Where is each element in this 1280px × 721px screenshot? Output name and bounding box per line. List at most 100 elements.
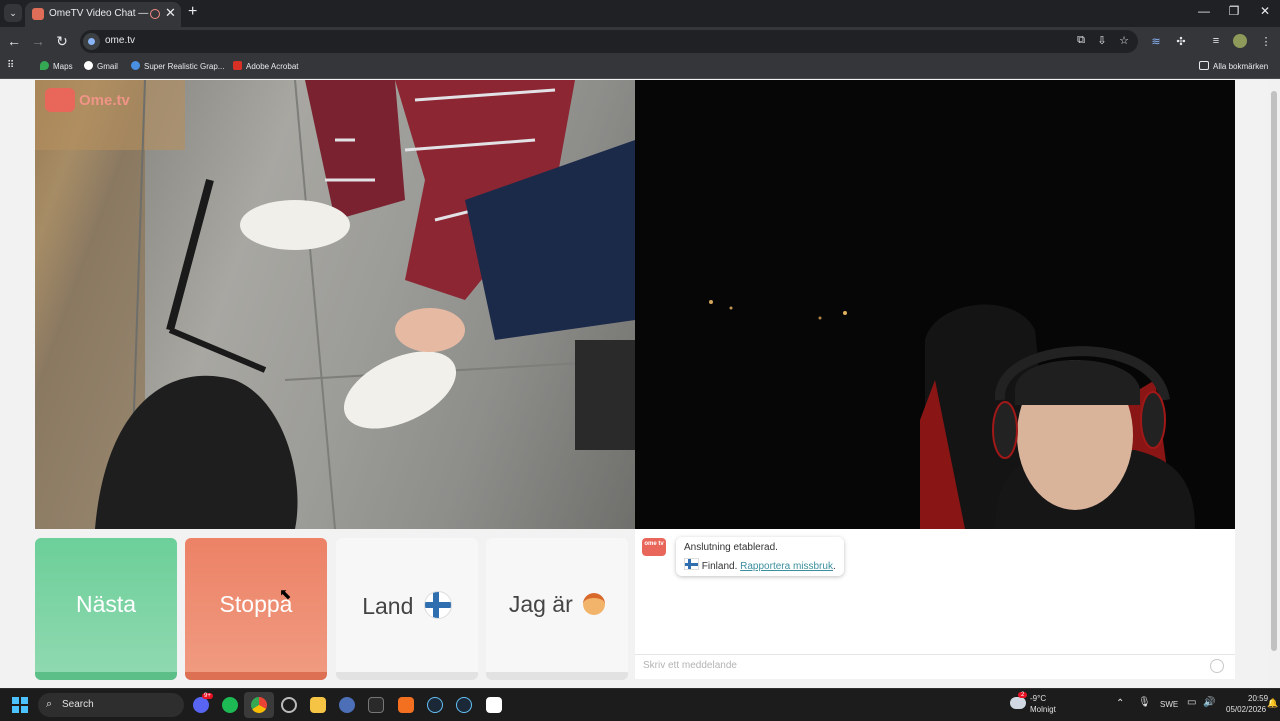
clock-date[interactable]: 05/02/2026 <box>1226 705 1266 714</box>
clock-time[interactable]: 20:59 <box>1248 694 1268 703</box>
all-bookmarks[interactable]: Alla bokmärken <box>1199 61 1268 71</box>
country-button-content: Land <box>336 591 478 620</box>
folder-icon <box>1199 61 1209 70</box>
translate-icon[interactable]: ⧉ <box>1073 34 1089 47</box>
person-avatar-icon <box>583 593 606 615</box>
country-line: Finland. Rapportera missbruk. <box>684 558 836 572</box>
finland-flag-icon <box>423 591 452 619</box>
local-video-scene <box>709 300 1195 529</box>
file-explorer-icon[interactable] <box>310 697 326 713</box>
country-filter-button[interactable]: Land <box>336 538 478 680</box>
obs-icon[interactable] <box>281 697 297 713</box>
tab-close-icon[interactable]: ✕ <box>165 5 176 21</box>
forward-arrow-icon[interactable]: → <box>29 33 47 49</box>
spotify-icon[interactable] <box>222 697 238 713</box>
chat-input-divider <box>635 654 1235 655</box>
ometv-logo-text: Ome.tv <box>79 92 130 109</box>
discord-icon[interactable] <box>193 697 209 713</box>
weather-badge: 2 <box>1018 692 1028 698</box>
report-abuse-link[interactable]: Rapportera missbruk <box>740 561 833 572</box>
bookmark-gmail[interactable]: Gmail <box>84 61 118 71</box>
install-app-icon[interactable]: ⇩ <box>1094 34 1110 47</box>
tab-search-button[interactable]: ⌄ <box>4 4 22 22</box>
profile-avatar[interactable] <box>1233 34 1247 48</box>
menu-dots-icon[interactable]: ⋮ <box>1258 35 1274 48</box>
close-window-button[interactable]: ✕ <box>1250 4 1280 18</box>
apps-grid-icon[interactable]: ⠿ <box>7 60 14 71</box>
recording-icon <box>150 9 160 19</box>
finland-flag-small-icon <box>684 558 699 570</box>
tab-title: OmeTV Video Chat — Ome <box>49 8 149 19</box>
gender-button-content: Jag är <box>486 591 628 618</box>
gender-button-label: Jag är <box>508 591 573 617</box>
country-button-label: Land <box>362 593 414 619</box>
extension-audio-icon[interactable]: ≋ <box>1148 35 1164 48</box>
message-input[interactable]: Skriv ett meddelande <box>643 660 737 671</box>
taskbar-search[interactable]: ⌕ Search <box>38 693 184 717</box>
microphone-icon[interactable]: 🎙 <box>1138 697 1151 708</box>
reload-icon[interactable]: ↻ <box>53 33 71 50</box>
bookmarks-bar: ⠿ Maps Gmail Super Realistic Grap... Ado… <box>0 56 1280 79</box>
steam-icon[interactable] <box>427 697 443 713</box>
bookmark-super-realistic[interactable]: Super Realistic Grap... <box>131 61 224 71</box>
google-icon <box>84 61 93 70</box>
bookmark-maps[interactable]: Maps <box>40 61 73 71</box>
browser-tab[interactable]: OmeTV Video Chat — Ome ✕ <box>25 2 181 27</box>
bookmark-star-icon[interactable]: ☆ <box>1116 34 1132 47</box>
chat-panel: ome tv Anslutning etablerad. Finland. Ra… <box>635 529 1235 679</box>
browser-toolbar: ← → ↻ ome.tv ⧉ ⇩ ☆ ≋ ✣ ≡ ⋮ <box>0 27 1280 56</box>
weather-desc[interactable]: Molnigt <box>1030 705 1056 714</box>
report-period: . <box>832 561 836 572</box>
connection-message: Anslutning etablerad. <box>684 542 778 553</box>
ometv-page: Ome.tv Nästa Stoppa ⬉ Land Jag är ome tv… <box>0 79 1268 688</box>
chrome-icon[interactable] <box>251 697 267 713</box>
ometv-logo-icon <box>45 88 75 112</box>
discord-badge: 9+ <box>202 693 213 699</box>
minimize-button[interactable]: — <box>1189 4 1219 18</box>
app-shield-icon[interactable] <box>339 697 355 713</box>
network-icon[interactable]: ▭ <box>1187 697 1196 708</box>
back-arrow-icon[interactable]: ← <box>5 33 23 49</box>
epic-games-icon[interactable] <box>368 697 384 713</box>
next-button[interactable]: Nästa <box>35 538 177 680</box>
search-icon: ⌕ <box>46 698 53 710</box>
weather-temp[interactable]: -9°C <box>1030 694 1046 703</box>
tray-chevron-icon[interactable]: ⌃ <box>1116 698 1124 709</box>
page-scrollbar[interactable] <box>1268 79 1280 688</box>
acrobat-icon <box>233 61 242 70</box>
local-video <box>635 80 1235 529</box>
next-button-label: Nästa <box>75 591 137 617</box>
steam-icon-2[interactable] <box>456 697 472 713</box>
url-text[interactable]: ome.tv <box>105 35 135 46</box>
windows-taskbar: ⌕ Search 9+ 2 -9°C Molnigt ⌃ 🎙 SWE ▭ 🔊 2… <box>0 688 1280 721</box>
address-bar[interactable]: ome.tv ⧉ ⇩ ☆ <box>80 30 1138 53</box>
ometv-favicon-icon <box>32 8 44 20</box>
site-info-icon[interactable] <box>83 33 100 50</box>
country-name: Finland. <box>701 561 738 572</box>
weather-cloud-icon[interactable] <box>1010 697 1026 709</box>
bookmark-adobe-acrobat[interactable]: Adobe Acrobat <box>233 61 298 71</box>
windows-start-icon[interactable] <box>12 697 28 713</box>
eye-icon <box>131 61 140 70</box>
tab-strip: ⌄ OmeTV Video Chat — Ome ✕ + — ❐ ✕ <box>0 0 1280 27</box>
language-indicator[interactable]: SWE <box>1160 700 1178 709</box>
remote-video: Ome.tv <box>35 80 635 529</box>
volume-icon[interactable]: 🔊 <box>1203 697 1215 708</box>
chat-logo-text: ome tv <box>644 541 664 547</box>
app-white-icon[interactable] <box>486 697 502 713</box>
media-control-icon[interactable]: ≡ <box>1208 35 1224 47</box>
stop-button[interactable]: Stoppa ⬉ <box>185 538 327 680</box>
app-orange-icon[interactable] <box>398 697 414 713</box>
new-tab-button[interactable]: + <box>188 3 197 21</box>
gender-button[interactable]: Jag är <box>486 538 628 680</box>
emoji-icon[interactable] <box>1210 659 1224 673</box>
scrollbar-thumb[interactable] <box>1271 91 1277 651</box>
stop-button-label: Stoppa <box>219 591 293 617</box>
mouse-cursor-icon: ⬉ <box>279 586 292 603</box>
search-placeholder: Search <box>62 699 94 710</box>
notification-bell-icon[interactable]: 🔔 <box>1267 698 1278 709</box>
extensions-puzzle-icon[interactable]: ✣ <box>1173 35 1189 48</box>
restore-button[interactable]: ❐ <box>1219 4 1249 18</box>
remote-video-scene <box>35 80 635 529</box>
maps-icon <box>40 61 49 70</box>
